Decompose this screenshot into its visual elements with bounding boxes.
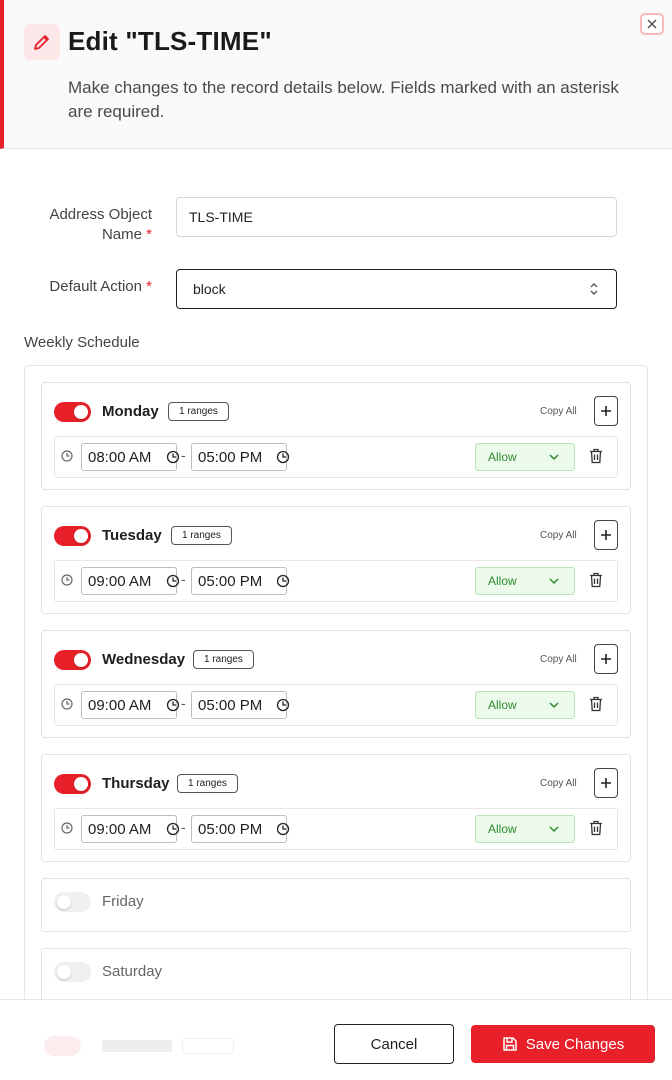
ranges-badge: 1 ranges <box>193 650 254 669</box>
chevron-updown-icon <box>590 283 598 295</box>
range-separator: - <box>181 571 186 587</box>
plus-icon <box>601 654 611 664</box>
day-card-monday: Monday 1 ranges Copy All 08:00 AM - 05:0… <box>41 382 631 490</box>
tuesday-toggle[interactable] <box>54 526 91 546</box>
range-action-select[interactable]: Allow <box>475 443 575 471</box>
add-range-button[interactable] <box>594 396 618 426</box>
monday-toggle[interactable] <box>54 402 91 422</box>
thursday-toggle[interactable] <box>54 774 91 794</box>
clock-icon <box>276 574 290 588</box>
day-name: Saturday <box>102 963 163 980</box>
end-time-input[interactable]: 05:00 PM <box>191 443 290 471</box>
clock-icon <box>61 698 73 710</box>
start-time-input[interactable]: 09:00 AM <box>81 815 180 843</box>
faded-sunday-row <box>44 1036 234 1058</box>
chevron-down-icon <box>549 702 559 709</box>
page-title: Edit "TLS-TIME" <box>68 26 272 56</box>
edit-record-dialog: Edit "TLS-TIME" Make changes to the reco… <box>0 0 672 1080</box>
default-action-select[interactable]: block <box>176 269 617 309</box>
day-card-tuesday: Tuesday 1 ranges Copy All 09:00 AM - 05:… <box>41 506 631 614</box>
dialog-footer: Cancel Save Changes <box>0 999 672 1080</box>
clock-icon <box>61 574 73 586</box>
address-name-input[interactable]: TLS-TIME <box>176 197 617 237</box>
default-action-value: block <box>193 281 226 297</box>
range-separator: - <box>181 819 186 835</box>
add-range-button[interactable] <box>594 768 618 798</box>
default-action-label: Default Action * <box>49 278 152 295</box>
trash-icon[interactable] <box>589 696 603 712</box>
weekly-schedule-title: Weekly Schedule <box>24 334 140 351</box>
page-subtitle: Make changes to the record details below… <box>68 78 619 121</box>
friday-toggle[interactable] <box>54 892 91 912</box>
end-time-input[interactable]: 05:00 PM <box>191 691 290 719</box>
clock-icon <box>276 822 290 836</box>
clock-icon <box>61 450 73 462</box>
copy-all-button[interactable]: Copy All <box>540 406 577 417</box>
time-range-row: 09:00 AM - 05:00 PM Allow <box>54 808 618 850</box>
saturday-toggle[interactable] <box>54 962 91 982</box>
range-action-select[interactable]: Allow <box>475 691 575 719</box>
pencil-icon <box>24 24 60 60</box>
save-changes-label: Save Changes <box>525 1035 625 1053</box>
address-name-label: Address Object Name * <box>49 206 152 243</box>
start-time-input[interactable]: 09:00 AM <box>81 567 180 595</box>
close-button[interactable] <box>640 13 664 35</box>
ranges-badge: 1 ranges <box>168 402 229 421</box>
copy-all-button[interactable]: Copy All <box>540 530 577 541</box>
time-range-row: 08:00 AM - 05:00 PM Allow <box>54 436 618 478</box>
copy-all-button[interactable]: Copy All <box>540 778 577 789</box>
time-range-row: 09:00 AM - 05:00 PM Allow <box>54 684 618 726</box>
save-icon <box>503 1037 517 1051</box>
chevron-down-icon <box>549 578 559 585</box>
day-card-wednesday: Wednesday 1 ranges Copy All 09:00 AM - 0… <box>41 630 631 738</box>
day-name: Friday <box>102 893 144 910</box>
add-range-button[interactable] <box>594 520 618 550</box>
clock-icon <box>61 822 73 834</box>
start-time-input[interactable]: 09:00 AM <box>81 691 180 719</box>
start-time-input[interactable]: 08:00 AM <box>81 443 180 471</box>
ranges-badge: 1 ranges <box>177 774 238 793</box>
clock-icon <box>166 822 180 836</box>
end-time-input[interactable]: 05:00 PM <box>191 567 290 595</box>
range-action-select[interactable]: Allow <box>475 815 575 843</box>
day-card-thursday: Thursday 1 ranges Copy All 09:00 AM - 05… <box>41 754 631 862</box>
clock-icon <box>276 698 290 712</box>
trash-icon[interactable] <box>589 448 603 464</box>
day-name: Wednesday <box>102 651 186 668</box>
trash-icon[interactable] <box>589 820 603 836</box>
plus-icon <box>601 530 611 540</box>
clock-icon <box>166 698 180 712</box>
end-time-input[interactable]: 05:00 PM <box>191 815 290 843</box>
clock-icon <box>166 574 180 588</box>
day-card-friday: Friday <box>41 878 631 932</box>
plus-icon <box>601 406 611 416</box>
clock-icon <box>166 450 180 464</box>
cancel-button[interactable]: Cancel <box>334 1024 454 1064</box>
day-name: Tuesday <box>102 527 162 544</box>
time-range-row: 09:00 AM - 05:00 PM Allow <box>54 560 618 602</box>
copy-all-button[interactable]: Copy All <box>540 654 577 665</box>
ranges-badge: 1 ranges <box>171 526 232 545</box>
trash-icon[interactable] <box>589 572 603 588</box>
day-name: Monday <box>102 403 159 420</box>
clock-icon <box>276 450 290 464</box>
plus-icon <box>601 778 611 788</box>
day-name: Thursday <box>102 775 170 792</box>
dialog-header: Edit "TLS-TIME" Make changes to the reco… <box>0 0 672 149</box>
range-separator: - <box>181 447 186 463</box>
chevron-down-icon <box>549 454 559 461</box>
range-separator: - <box>181 695 186 711</box>
add-range-button[interactable] <box>594 644 618 674</box>
range-action-select[interactable]: Allow <box>475 567 575 595</box>
close-icon <box>647 19 657 29</box>
wednesday-toggle[interactable] <box>54 650 91 670</box>
chevron-down-icon <box>549 826 559 833</box>
save-changes-button[interactable]: Save Changes <box>471 1025 655 1063</box>
